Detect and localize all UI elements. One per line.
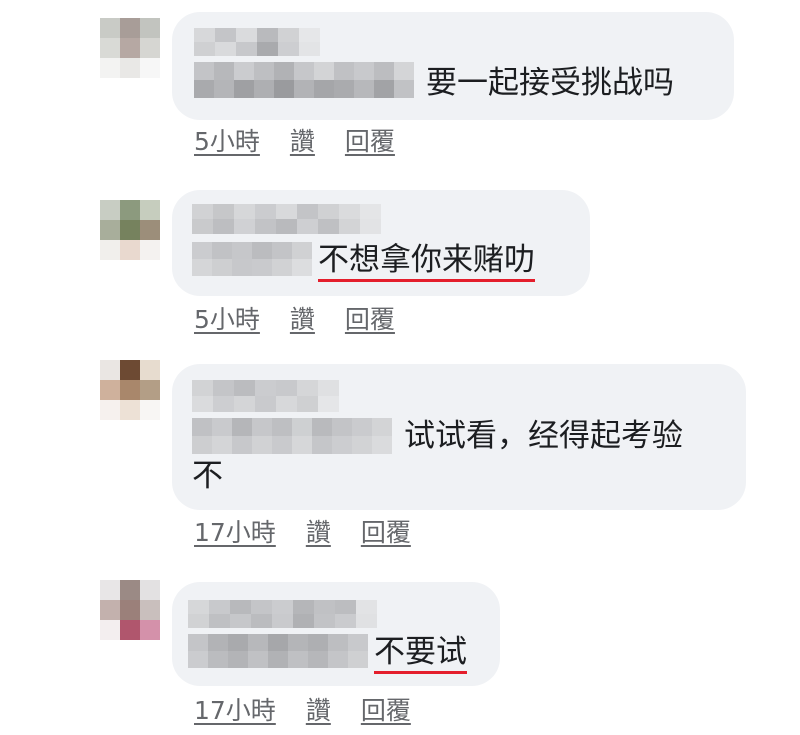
- comment-text-content: 不要试: [374, 634, 467, 674]
- comment-text: 不要试: [374, 632, 467, 674]
- author-name-blurred[interactable]: [188, 600, 377, 628]
- like-button[interactable]: 讚: [306, 696, 331, 725]
- timestamp-link[interactable]: 17小時: [194, 696, 276, 725]
- avatar[interactable]: [100, 580, 160, 640]
- comment-actions: 17小時 讚 回覆: [194, 696, 441, 726]
- comment-text-blurred: [188, 634, 368, 668]
- comment-bubble: 不要试: [172, 582, 500, 686]
- comment-4: 不要试 17小時 讚 回覆: [0, 0, 800, 735]
- reply-button[interactable]: 回覆: [361, 696, 411, 725]
